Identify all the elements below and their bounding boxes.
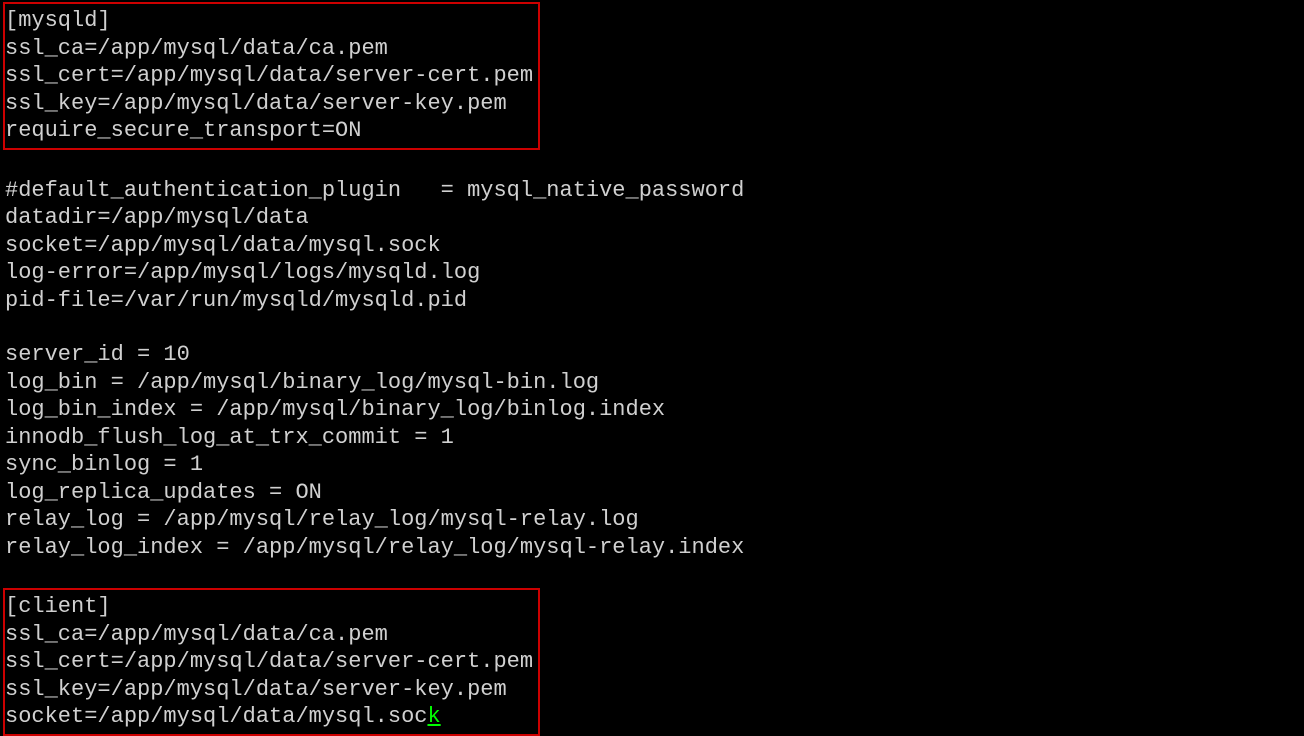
config-line: server_id = 10 (5, 341, 1299, 369)
config-line: datadir=/app/mysql/data (5, 204, 1299, 232)
blank-line (5, 314, 1299, 341)
terminal-cursor: k (427, 704, 440, 729)
config-line: socket=/app/mysql/data/mysql.sock (5, 703, 533, 731)
blank-line (5, 150, 1299, 177)
blank-line (5, 561, 1299, 588)
terminal-view[interactable]: [mysqld] ssl_ca=/app/mysql/data/ca.pem s… (0, 0, 1304, 736)
config-line: log_bin = /app/mysql/binary_log/mysql-bi… (5, 369, 1299, 397)
config-line: require_secure_transport=ON (5, 117, 533, 145)
config-line: ssl_key=/app/mysql/data/server-key.pem (5, 90, 533, 118)
config-line: relay_log = /app/mysql/relay_log/mysql-r… (5, 506, 1299, 534)
config-line: ssl_cert=/app/mysql/data/server-cert.pem (5, 648, 533, 676)
config-line: ssl_ca=/app/mysql/data/ca.pem (5, 621, 533, 649)
config-line: relay_log_index = /app/mysql/relay_log/m… (5, 534, 1299, 562)
config-line: ssl_cert=/app/mysql/data/server-cert.pem (5, 62, 533, 90)
config-line: sync_binlog = 1 (5, 451, 1299, 479)
config-line: ssl_key=/app/mysql/data/server-key.pem (5, 676, 533, 704)
config-text: socket=/app/mysql/data/mysql.soc (5, 704, 427, 729)
config-line: socket=/app/mysql/data/mysql.sock (5, 232, 1299, 260)
config-line: ssl_ca=/app/mysql/data/ca.pem (5, 35, 533, 63)
client-section-highlight: [client] ssl_ca=/app/mysql/data/ca.pem s… (3, 588, 540, 736)
config-line: log_bin_index = /app/mysql/binary_log/bi… (5, 396, 1299, 424)
mysqld-section-highlight: [mysqld] ssl_ca=/app/mysql/data/ca.pem s… (3, 2, 540, 150)
config-line: innodb_flush_log_at_trx_commit = 1 (5, 424, 1299, 452)
config-line: log_replica_updates = ON (5, 479, 1299, 507)
config-line: log-error=/app/mysql/logs/mysqld.log (5, 259, 1299, 287)
config-line: pid-file=/var/run/mysqld/mysqld.pid (5, 287, 1299, 315)
config-line: [mysqld] (5, 7, 533, 35)
config-line: [client] (5, 593, 533, 621)
config-line: #default_authentication_plugin = mysql_n… (5, 177, 1299, 205)
